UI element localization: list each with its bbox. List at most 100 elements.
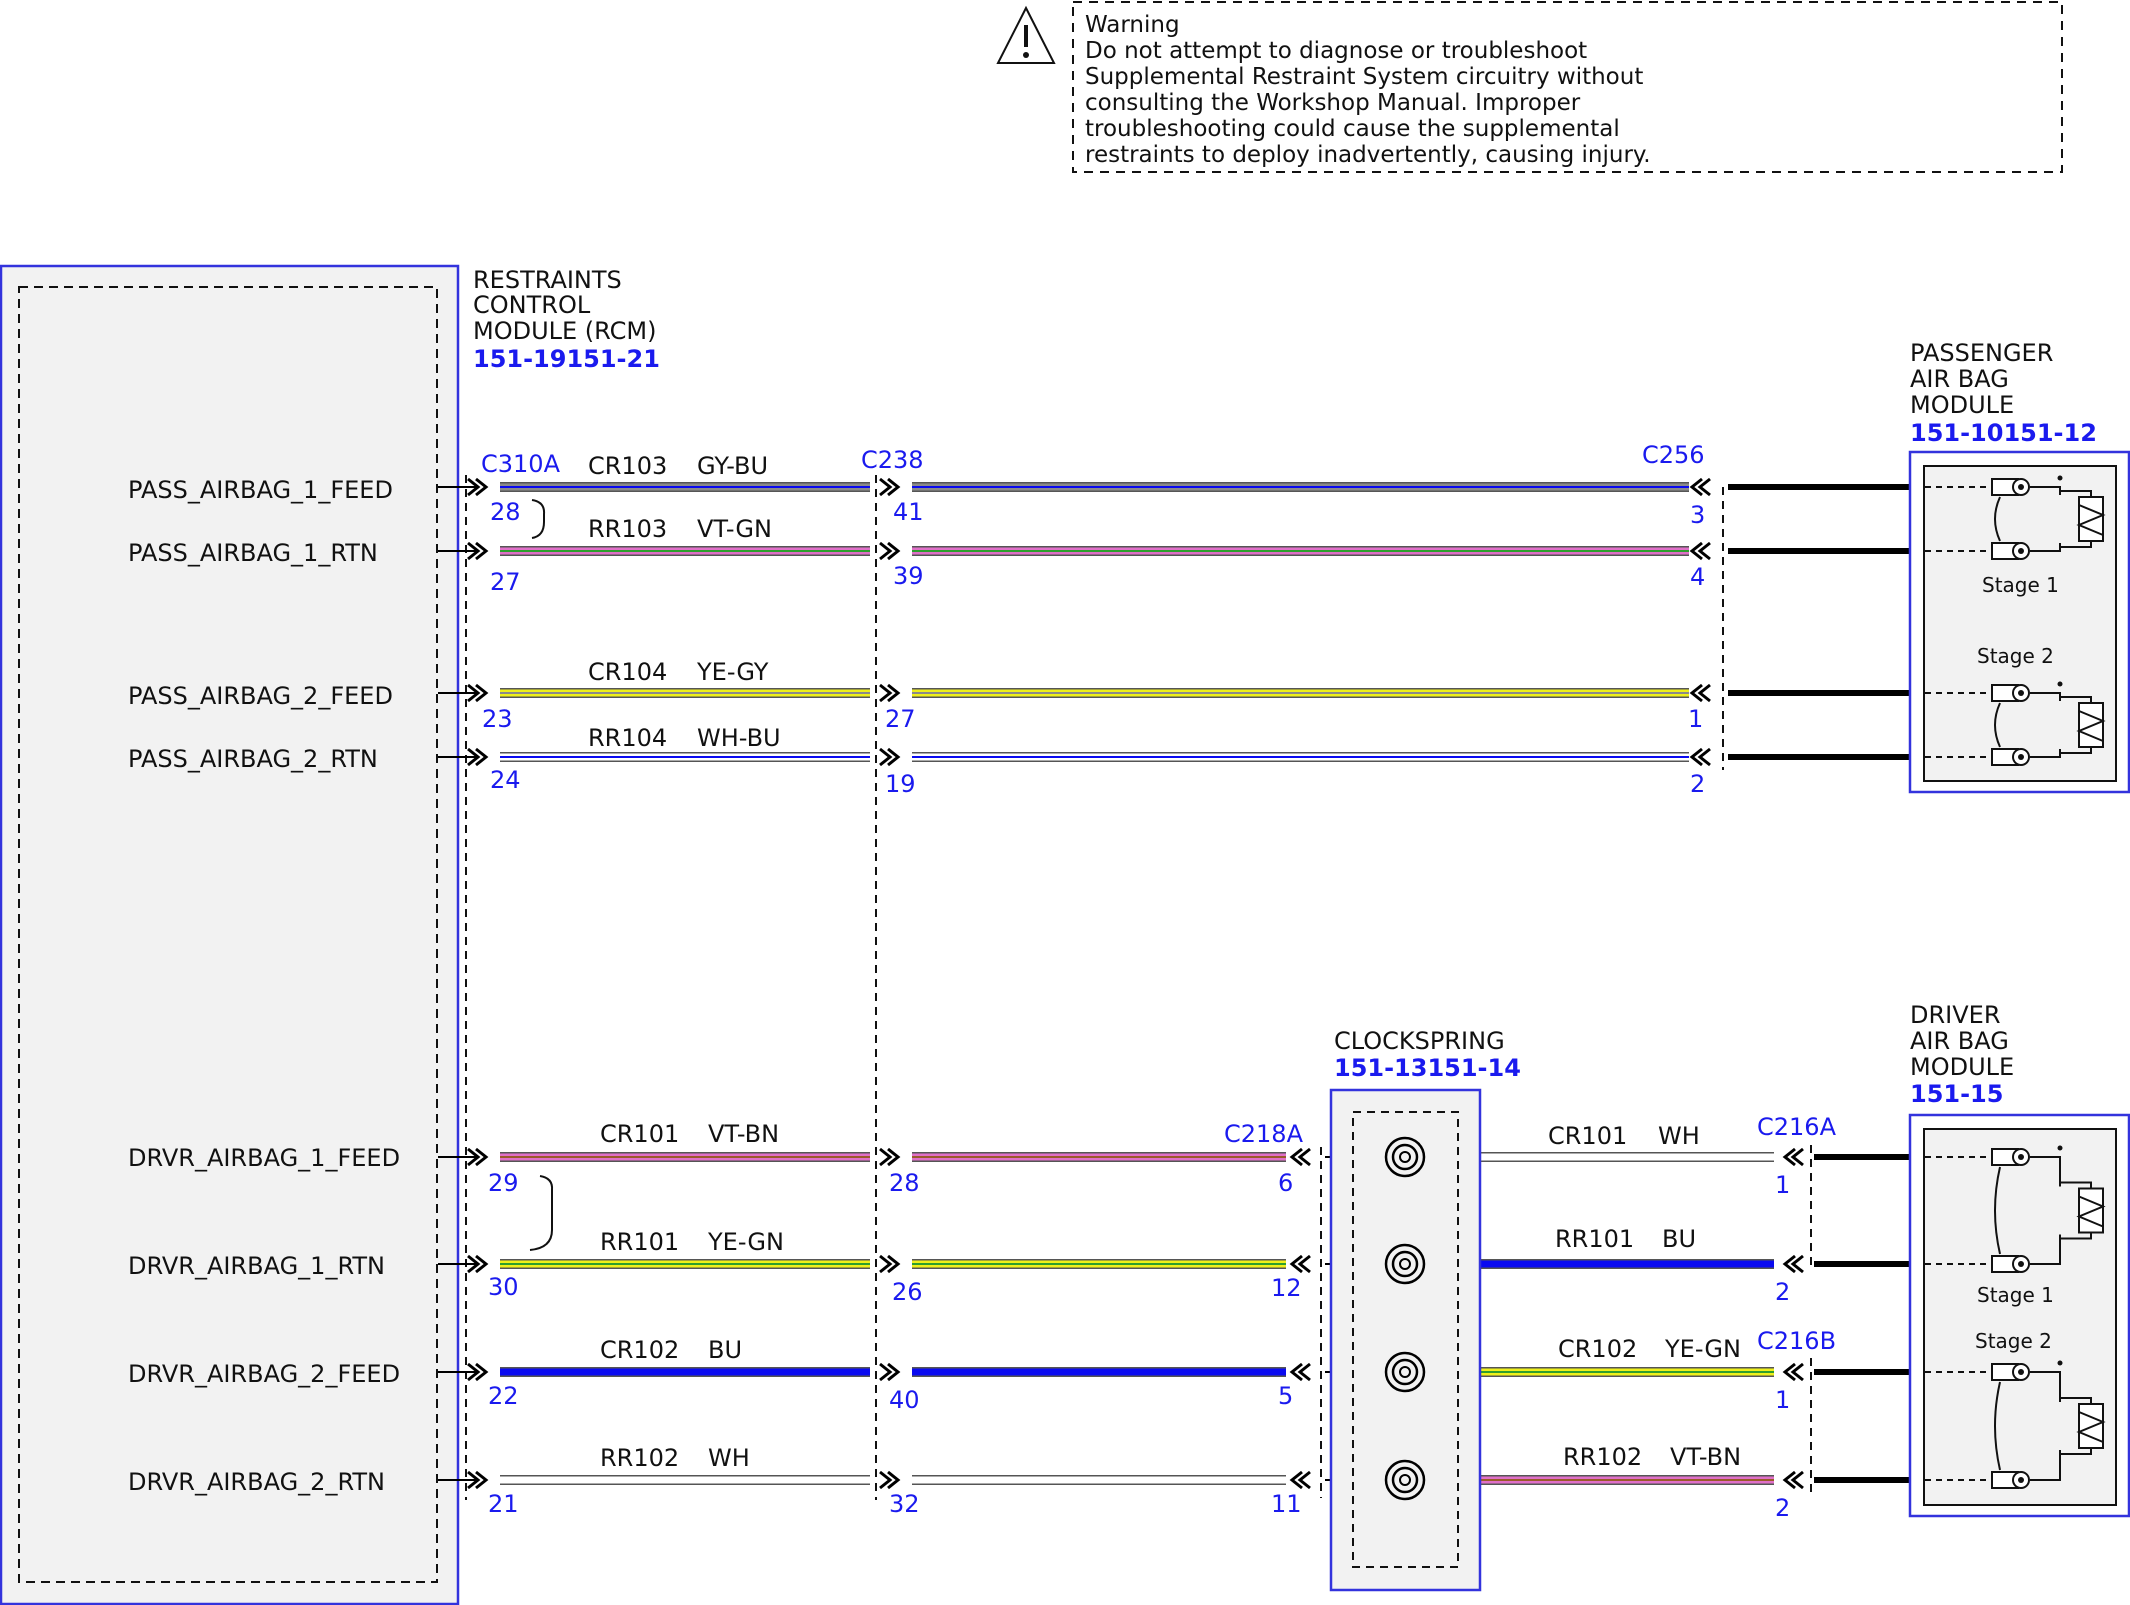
stage-label: Stage 1 xyxy=(1977,1283,2054,1307)
pin-number: 4 xyxy=(1690,563,1705,591)
pin-number: 6 xyxy=(1278,1169,1293,1197)
circuit-id: RR101 xyxy=(1555,1225,1634,1253)
connector-arrow xyxy=(1297,1254,1311,1274)
pin-number: 12 xyxy=(1271,1274,1302,1302)
igniter-contact xyxy=(2018,1369,2024,1375)
stage-label: Stage 2 xyxy=(1975,1329,2052,1353)
pin-number: 28 xyxy=(889,1169,920,1197)
circuit-color: GY-BU xyxy=(697,452,768,480)
connector-c256-label[interactable]: C256 xyxy=(1642,441,1705,469)
rcm-reference-link[interactable]: 151-19151-21 xyxy=(473,345,660,373)
clockspring-coil-icon xyxy=(1384,1243,1426,1285)
connector-arrow xyxy=(879,1470,893,1490)
circuit-color: VT-BN xyxy=(1670,1443,1741,1471)
pin-number: 2 xyxy=(1775,1278,1790,1306)
driver-module-name-line: AIR BAG xyxy=(1910,1027,2009,1055)
wiring-diagram: Warning Do not attempt to diagnose or tr… xyxy=(0,1,2130,1605)
circuit-id: RR101 xyxy=(600,1228,679,1256)
rcm-pin-label: PASS_AIRBAG_1_RTN xyxy=(128,539,378,567)
circuit-color: WH-BU xyxy=(697,724,781,752)
circuit-id: CR102 xyxy=(1558,1335,1637,1363)
twisted-pair-bracket xyxy=(529,1175,554,1251)
connector-c216b-label[interactable]: C216B xyxy=(1757,1327,1836,1355)
driver-module-name-line: DRIVER xyxy=(1910,1001,2001,1029)
pin-number: 27 xyxy=(490,568,521,596)
circuit-id: RR103 xyxy=(588,515,667,543)
connector-c218a-label[interactable]: C218A xyxy=(1224,1120,1304,1148)
connector-arrow xyxy=(1297,1362,1311,1382)
connector-arrow xyxy=(879,477,893,497)
pin-number: 5 xyxy=(1278,1382,1293,1410)
pin-number: 30 xyxy=(488,1273,519,1301)
driver-module-name-line: MODULE xyxy=(1910,1053,2014,1081)
pin-number: 28 xyxy=(490,498,521,526)
pin-number: 24 xyxy=(490,766,521,794)
circuit-labels: CR103 GY-BU RR103 VT-GN CR104 YE-GY RR10… xyxy=(588,452,1741,1472)
circuit-color: BU xyxy=(1662,1225,1696,1253)
pin-number: 41 xyxy=(893,498,924,526)
connector-arrow xyxy=(879,683,893,703)
pin-number: 22 xyxy=(488,1382,519,1410)
twisted-pair-bracket xyxy=(531,499,546,539)
connector-c310a-label[interactable]: C310A xyxy=(481,450,561,478)
rcm-pin-label: PASS_AIRBAG_2_FEED xyxy=(128,682,393,710)
circuit-id: RR104 xyxy=(588,724,667,752)
connector-arrow xyxy=(879,1362,893,1382)
pin-number: 23 xyxy=(482,705,513,733)
circuit-color: VT-BN xyxy=(708,1120,779,1148)
circuit-id: RR102 xyxy=(600,1444,679,1472)
clockspring-coil-icon xyxy=(1384,1351,1426,1393)
pin-number: 29 xyxy=(488,1169,519,1197)
connector-c216a-label[interactable]: C216A xyxy=(1757,1113,1837,1141)
warning-line: restraints to deploy inadvertently, caus… xyxy=(1085,142,1651,168)
warning-title: Warning xyxy=(1085,12,1180,38)
connector-arrow xyxy=(1790,1254,1804,1274)
rcm-name-line: RESTRAINTS xyxy=(473,266,622,294)
pin-number: 2 xyxy=(1690,770,1705,798)
pin-number: 39 xyxy=(893,562,924,590)
pin-number: 1 xyxy=(1775,1171,1790,1199)
igniter-contact xyxy=(2018,1261,2024,1267)
circuit-id: CR102 xyxy=(600,1336,679,1364)
igniter-dot xyxy=(2057,681,2063,687)
rcm-module-box xyxy=(0,264,460,1605)
igniter-dot xyxy=(2057,1145,2063,1151)
stage-label: Stage 2 xyxy=(1977,644,2054,668)
circuit-id: CR103 xyxy=(588,452,667,480)
clockspring-reference-link[interactable]: 151-13151-14 xyxy=(1334,1054,1521,1082)
connector-arrow xyxy=(1297,1147,1311,1167)
passenger-module-name-line: AIR BAG xyxy=(1910,365,2009,393)
clockspring-coil-icon xyxy=(1384,1136,1426,1178)
rcm-pin-label: DRVR_AIRBAG_1_FEED xyxy=(128,1144,400,1172)
rcm-pin-label: PASS_AIRBAG_2_RTN xyxy=(128,745,378,773)
connector-c238-label[interactable]: C238 xyxy=(861,446,924,474)
connector-arrow xyxy=(1697,477,1711,497)
rcm-pin-label: PASS_AIRBAG_1_FEED xyxy=(128,476,393,504)
circuit-color: WH xyxy=(1658,1122,1700,1150)
pin-number: 27 xyxy=(885,705,916,733)
connector-arrow xyxy=(1697,541,1711,561)
passenger-module-reference-link[interactable]: 151-10151-12 xyxy=(1910,419,2097,447)
passenger-module-name-line: MODULE xyxy=(1910,391,2014,419)
pin-number: 19 xyxy=(885,770,916,798)
stage-label: Stage 1 xyxy=(1982,573,2059,597)
warning-line: troubleshooting could cause the suppleme… xyxy=(1085,116,1620,142)
igniter-contact xyxy=(2018,1154,2024,1160)
connector-arrow xyxy=(1697,747,1711,767)
connector-arrow xyxy=(1790,1470,1804,1490)
circuit-id: CR101 xyxy=(600,1120,679,1148)
rcm-pin-label: DRVR_AIRBAG_2_RTN xyxy=(128,1468,385,1496)
circuit-id: CR104 xyxy=(588,658,667,686)
igniter-contact xyxy=(2018,690,2024,696)
circuit-color: YE-GN xyxy=(707,1228,784,1256)
pin-number: 3 xyxy=(1690,501,1705,529)
igniter-contact xyxy=(2018,548,2024,554)
connector-arrow xyxy=(1697,683,1711,703)
driver-module-reference-link[interactable]: 151-15 xyxy=(1910,1080,2003,1108)
igniter-dot xyxy=(2057,475,2063,481)
igniter-contact xyxy=(2018,1477,2024,1483)
rcm-pin-label: DRVR_AIRBAG_1_RTN xyxy=(128,1252,385,1280)
warning-line: Supplemental Restraint System circuitry … xyxy=(1085,64,1643,90)
pin-number: 40 xyxy=(889,1386,920,1414)
connector-arrow xyxy=(879,747,893,767)
